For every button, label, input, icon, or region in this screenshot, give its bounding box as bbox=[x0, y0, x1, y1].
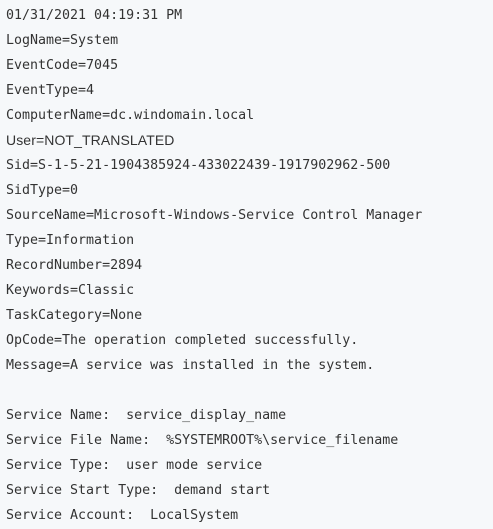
detail-service-type: Service Type: user mode service bbox=[6, 458, 263, 473]
field-user: User=NOT_TRANSLATED bbox=[6, 132, 175, 148]
field-logname: LogName=System bbox=[6, 33, 119, 48]
field-eventcode: EventCode=7045 bbox=[6, 58, 119, 73]
detail-service-start-type: Service Start Type: demand start bbox=[6, 483, 271, 498]
field-computername: ComputerName=dc.windomain.local bbox=[6, 108, 255, 123]
field-eventtype: EventType=4 bbox=[6, 83, 95, 98]
field-keywords: Keywords=Classic bbox=[6, 283, 135, 298]
field-recordnumber: RecordNumber=2894 bbox=[6, 258, 143, 273]
field-taskcategory: TaskCategory=None bbox=[6, 308, 143, 323]
field-type: Type=Information bbox=[6, 233, 135, 248]
field-message: Message=A service was installed in the s… bbox=[6, 358, 375, 373]
field-sid: Sid=S-1-5-21-1904385924-433022439-191790… bbox=[6, 158, 391, 173]
field-opcode: OpCode=The operation completed successfu… bbox=[6, 333, 359, 348]
field-sidtype: SidType=0 bbox=[6, 183, 79, 198]
event-timestamp: 01/31/2021 04:19:31 PM bbox=[6, 8, 183, 23]
detail-service-file-name: Service File Name: %SYSTEMROOT%\service_… bbox=[6, 433, 399, 448]
detail-service-name: Service Name: service_display_name bbox=[6, 408, 287, 423]
field-sourcename: SourceName=Microsoft-Windows-Service Con… bbox=[6, 208, 423, 223]
detail-service-account: Service Account: LocalSystem bbox=[6, 508, 239, 523]
event-log-text: 01/31/2021 04:19:31 PM LogName=System Ev… bbox=[0, 0, 493, 529]
